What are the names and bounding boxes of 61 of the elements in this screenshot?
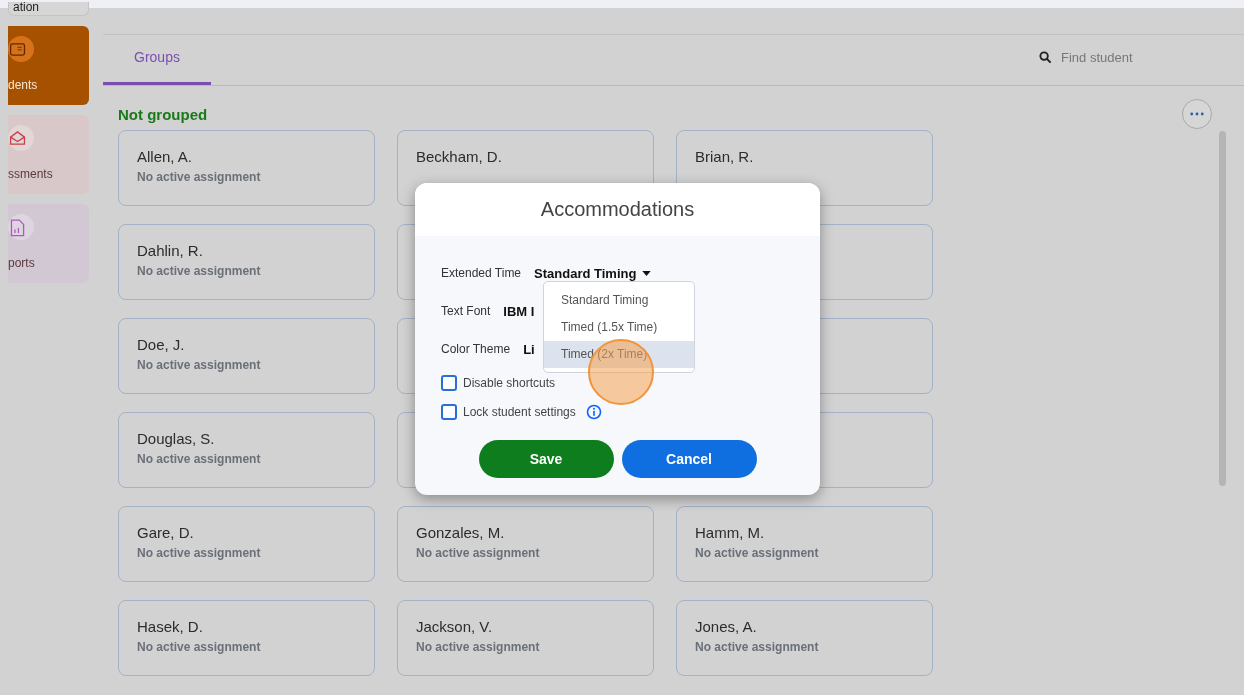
student-name: Jones, A.	[695, 618, 758, 635]
student-name: Brian, R.	[695, 148, 755, 165]
timing-dropdown[interactable]: Standard Timing	[534, 265, 652, 281]
field-label: Text Font	[441, 304, 491, 318]
student-card[interactable]: Gare, D. No active assignment	[118, 506, 375, 582]
student-card[interactable]: Doe, J. No active assignment	[118, 318, 375, 394]
assignment-status: No active assignment	[695, 546, 820, 560]
document-chart-icon	[8, 214, 34, 240]
field-value[interactable]: Li	[523, 341, 535, 357]
assignment-status: No active assignment	[695, 640, 820, 654]
assignment-status: No active assignment	[137, 546, 262, 560]
search-icon	[1039, 50, 1052, 64]
student-card[interactable]: Hamm, M. No active assignment	[676, 506, 933, 582]
dropdown-option[interactable]: Timed (1.5x Time)	[544, 314, 694, 341]
student-card[interactable]: Jackson, V. No active assignment	[397, 600, 654, 676]
assignment-status: No active assignment	[416, 640, 541, 654]
cancel-button[interactable]: Cancel	[621, 440, 757, 478]
assignment-status: No active assignment	[137, 640, 262, 654]
student-name: Hamm, M.	[695, 524, 766, 541]
sidebar-button[interactable]: ation	[8, 2, 89, 16]
student-name: Gare, D.	[137, 524, 195, 541]
student-name: Allen, A.	[137, 148, 194, 165]
student-card[interactable]: Jones, A. No active assignment	[676, 600, 933, 676]
ellipsis-icon	[1190, 112, 1204, 116]
search-field[interactable]: Find student	[1061, 49, 1211, 65]
sidebar-item[interactable]: dents	[8, 26, 89, 105]
checkbox[interactable]	[441, 374, 457, 391]
student-name: Hasek, D.	[137, 618, 204, 635]
assignment-status: No active assignment	[137, 452, 262, 466]
caret-icon	[642, 270, 652, 276]
checkbox-label[interactable]: Lock student settings	[463, 404, 576, 419]
student-name: Gonzales, M.	[416, 524, 506, 541]
assignment-status: No active assignment	[137, 264, 262, 278]
student-name: Beckham, D.	[416, 148, 503, 165]
student-name: Dahlin, R.	[137, 242, 204, 259]
student-card[interactable]: Gonzales, M. No active assignment	[397, 506, 654, 582]
assignment-status: No active assignment	[137, 170, 262, 184]
student-card[interactable]: Douglas, S. No active assignment	[118, 412, 375, 488]
dropdown-option[interactable]: Standard Timing	[544, 287, 694, 314]
checkbox-label[interactable]: Disable shortcuts	[463, 375, 556, 390]
student-name: Douglas, S.	[137, 430, 216, 447]
info-icon[interactable]	[585, 403, 602, 420]
scrollbar-thumb[interactable]	[1219, 131, 1226, 486]
student-name: Doe, J.	[137, 336, 186, 353]
student-card[interactable]: Hasek, D. No active assignment	[118, 600, 375, 676]
envelope-icon	[8, 125, 34, 151]
student-name: Jackson, V.	[416, 618, 494, 635]
student-card[interactable]: Dahlin, R. No active assignment	[118, 224, 375, 300]
id-card-icon	[8, 36, 34, 62]
groups-tab[interactable]: Groups	[103, 35, 211, 85]
save-button[interactable]: Save	[478, 440, 614, 478]
field-label: Extended Time	[441, 266, 522, 280]
section-title: Not grouped	[118, 105, 208, 123]
assignment-status: No active assignment	[137, 358, 262, 372]
sidebar-item[interactable]: ports	[8, 204, 89, 283]
field-label: Color Theme	[441, 342, 511, 356]
checkbox[interactable]	[441, 403, 457, 420]
assignment-status: No active assignment	[416, 546, 541, 560]
field-value[interactable]: IBM I	[503, 303, 535, 319]
student-card[interactable]: Allen, A. No active assignment	[118, 130, 375, 206]
sidebar-item[interactable]: ssments	[8, 115, 89, 194]
